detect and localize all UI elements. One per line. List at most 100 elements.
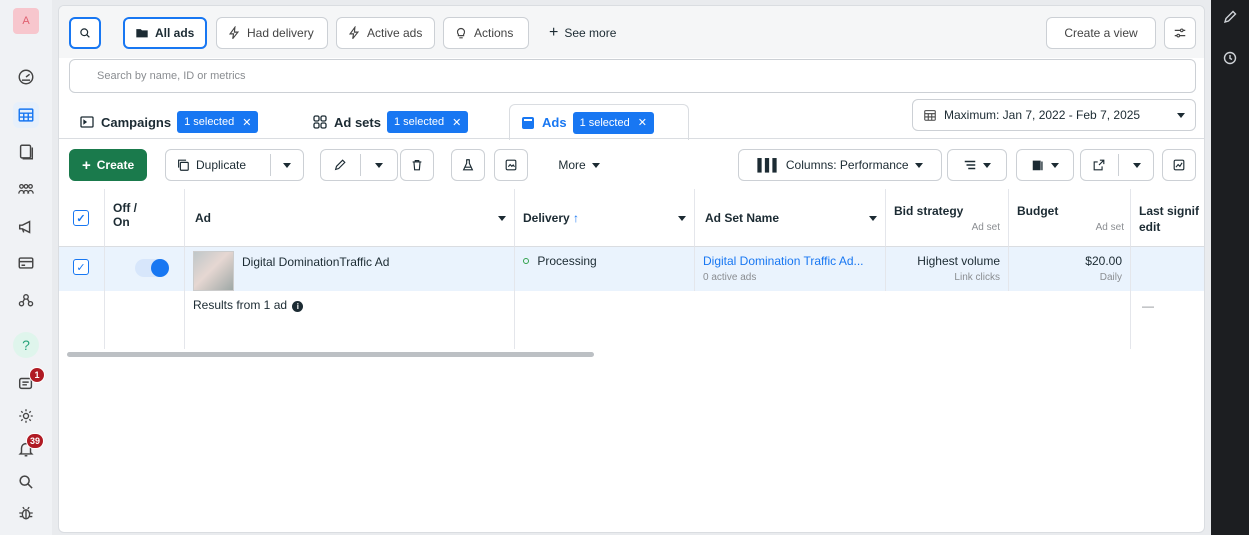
pencil-icon[interactable] bbox=[1222, 9, 1238, 25]
chevron-down-icon[interactable] bbox=[498, 216, 506, 221]
breakdown-icon bbox=[964, 160, 976, 170]
delete-button[interactable] bbox=[400, 149, 434, 181]
totals-cell bbox=[59, 291, 105, 349]
charts-button[interactable] bbox=[1162, 149, 1196, 181]
active-ads-filter[interactable]: Active ads bbox=[336, 17, 435, 49]
tab-campaigns[interactable]: Campaigns 1 selected ✕ bbox=[69, 104, 268, 140]
all-ads-filter[interactable]: All ads bbox=[123, 17, 207, 49]
header-ad-set-name[interactable]: Ad Set Name bbox=[695, 189, 886, 247]
more-button[interactable]: More bbox=[549, 149, 609, 181]
chevron-down-icon[interactable] bbox=[375, 162, 383, 168]
sliders-icon bbox=[1174, 28, 1186, 38]
left-navigation: A ? 1 39 bbox=[0, 0, 52, 535]
table-row-ad-cell[interactable]: Digital DominationTraffic Ad bbox=[185, 247, 515, 291]
chevron-down-icon[interactable] bbox=[869, 216, 877, 221]
clear-icon[interactable]: ✕ bbox=[638, 116, 647, 129]
bug-icon[interactable] bbox=[13, 500, 39, 526]
plus-icon: + bbox=[82, 156, 91, 174]
bid-strategy-sub: Link clicks bbox=[954, 272, 1000, 283]
search-icon[interactable] bbox=[13, 469, 39, 495]
header-last-edit[interactable]: Last signif edit bbox=[1131, 189, 1204, 247]
header-off-on[interactable]: Off / On bbox=[105, 189, 185, 247]
ads-selected-chip[interactable]: 1 selected ✕ bbox=[572, 111, 654, 134]
campaigns-chip-label: 1 selected bbox=[184, 116, 235, 128]
columns-icon: ▌▌▌ bbox=[757, 158, 780, 172]
lightning-icon bbox=[228, 26, 240, 40]
billing-icon[interactable] bbox=[13, 250, 39, 276]
edit-button[interactable] bbox=[320, 149, 398, 181]
preview-button[interactable] bbox=[494, 149, 528, 181]
clock-icon[interactable] bbox=[1222, 50, 1238, 66]
ad-status-toggle[interactable] bbox=[135, 259, 169, 277]
export-button[interactable] bbox=[1080, 149, 1154, 181]
dashboard-icon[interactable] bbox=[13, 64, 39, 90]
ad-sets-selected-chip[interactable]: 1 selected ✕ bbox=[386, 111, 469, 133]
settings-icon[interactable] bbox=[13, 403, 39, 429]
search-input[interactable]: Search by name, ID or metrics bbox=[69, 59, 1196, 93]
tab-ad-sets[interactable]: Ad sets 1 selected ✕ bbox=[302, 104, 478, 140]
table-row-bid-cell: Highest volume Link clicks bbox=[886, 247, 1009, 291]
create-view-label: Create a view bbox=[1064, 26, 1138, 40]
filter-settings-button[interactable] bbox=[1164, 17, 1196, 49]
create-button[interactable]: + Create bbox=[69, 149, 148, 181]
status-dot-icon bbox=[523, 258, 529, 264]
row-checkbox[interactable]: ✓ bbox=[73, 259, 89, 275]
search-icon bbox=[80, 28, 90, 38]
toolbar-divider bbox=[59, 138, 1204, 139]
duplicate-button[interactable]: Duplicate bbox=[165, 149, 304, 181]
megaphone-icon[interactable] bbox=[13, 214, 39, 240]
actions-label: Actions bbox=[474, 26, 514, 40]
chevron-down-icon[interactable] bbox=[283, 162, 291, 168]
tab-ad-sets-label: Ad sets bbox=[334, 114, 381, 130]
header-bid-strategy[interactable]: Bid strategy Ad set bbox=[886, 189, 1009, 247]
test-button[interactable] bbox=[451, 149, 485, 181]
help-icon[interactable]: ? bbox=[13, 332, 39, 358]
ad-set-link[interactable]: Digital Domination Traffic Ad... bbox=[703, 254, 877, 268]
select-all-checkbox[interactable]: ✓ bbox=[73, 210, 89, 226]
chevron-down-icon bbox=[1177, 112, 1185, 118]
people-icon[interactable] bbox=[13, 288, 39, 314]
sort-arrow-icon[interactable]: ↑ bbox=[573, 211, 579, 225]
table-row-checkbox-cell: ✓ bbox=[59, 247, 105, 291]
horizontal-scrollbar[interactable] bbox=[67, 352, 594, 357]
actions-filter[interactable]: Actions bbox=[443, 17, 529, 49]
ad-preview-icon bbox=[505, 159, 517, 171]
table-icon[interactable] bbox=[13, 102, 39, 128]
calendar-icon bbox=[924, 110, 936, 121]
columns-button[interactable]: ▌▌▌ Columns: Performance bbox=[738, 149, 942, 181]
reports-button[interactable] bbox=[1016, 149, 1074, 181]
table-row-ad-set-cell[interactable]: Digital Domination Traffic Ad... 0 activ… bbox=[695, 247, 886, 291]
budget-value: $20.00 bbox=[1085, 254, 1122, 268]
tab-ads-label: Ads bbox=[542, 115, 567, 130]
account-avatar[interactable]: A bbox=[13, 8, 39, 34]
header-ad-label: Ad bbox=[195, 211, 211, 225]
see-more-button[interactable]: + See more bbox=[539, 17, 626, 49]
had-delivery-filter[interactable]: Had delivery bbox=[216, 17, 328, 49]
campaigns-selected-chip[interactable]: 1 selected ✕ bbox=[177, 111, 259, 133]
header-delivery-label: Delivery bbox=[523, 211, 570, 225]
date-range-label: Maximum: Jan 7, 2022 - Feb 7, 2025 bbox=[944, 108, 1141, 122]
campaign-folder-icon bbox=[80, 116, 94, 128]
pages-icon[interactable] bbox=[13, 139, 39, 165]
search-placeholder: Search by name, ID or metrics bbox=[97, 70, 246, 82]
chevron-down-icon bbox=[1051, 162, 1059, 168]
audience-icon[interactable] bbox=[13, 177, 39, 203]
search-toggle-button[interactable] bbox=[69, 17, 101, 49]
create-label: Create bbox=[96, 158, 135, 172]
clear-icon[interactable]: ✕ bbox=[452, 116, 461, 129]
tab-ads[interactable]: Ads 1 selected ✕ bbox=[509, 104, 689, 140]
header-ad[interactable]: Ad bbox=[185, 189, 515, 247]
delivery-status: Processing bbox=[537, 254, 597, 268]
chevron-down-icon[interactable] bbox=[678, 216, 686, 221]
date-range-picker[interactable]: Maximum: Jan 7, 2022 - Feb 7, 2025 bbox=[912, 99, 1196, 131]
breakdown-button[interactable] bbox=[947, 149, 1007, 181]
budget-sub: Daily bbox=[1099, 272, 1122, 283]
info-icon[interactable]: i bbox=[292, 301, 304, 312]
create-view-button[interactable]: Create a view bbox=[1046, 17, 1156, 49]
ad-name[interactable]: Digital DominationTraffic Ad bbox=[242, 255, 389, 269]
chevron-down-icon[interactable] bbox=[1133, 162, 1141, 168]
results-summary: Results from 1 ad bbox=[193, 298, 288, 312]
header-budget[interactable]: Budget Ad set bbox=[1009, 189, 1131, 247]
header-delivery[interactable]: Delivery ↑ bbox=[515, 189, 695, 247]
clear-icon[interactable]: ✕ bbox=[242, 116, 251, 129]
